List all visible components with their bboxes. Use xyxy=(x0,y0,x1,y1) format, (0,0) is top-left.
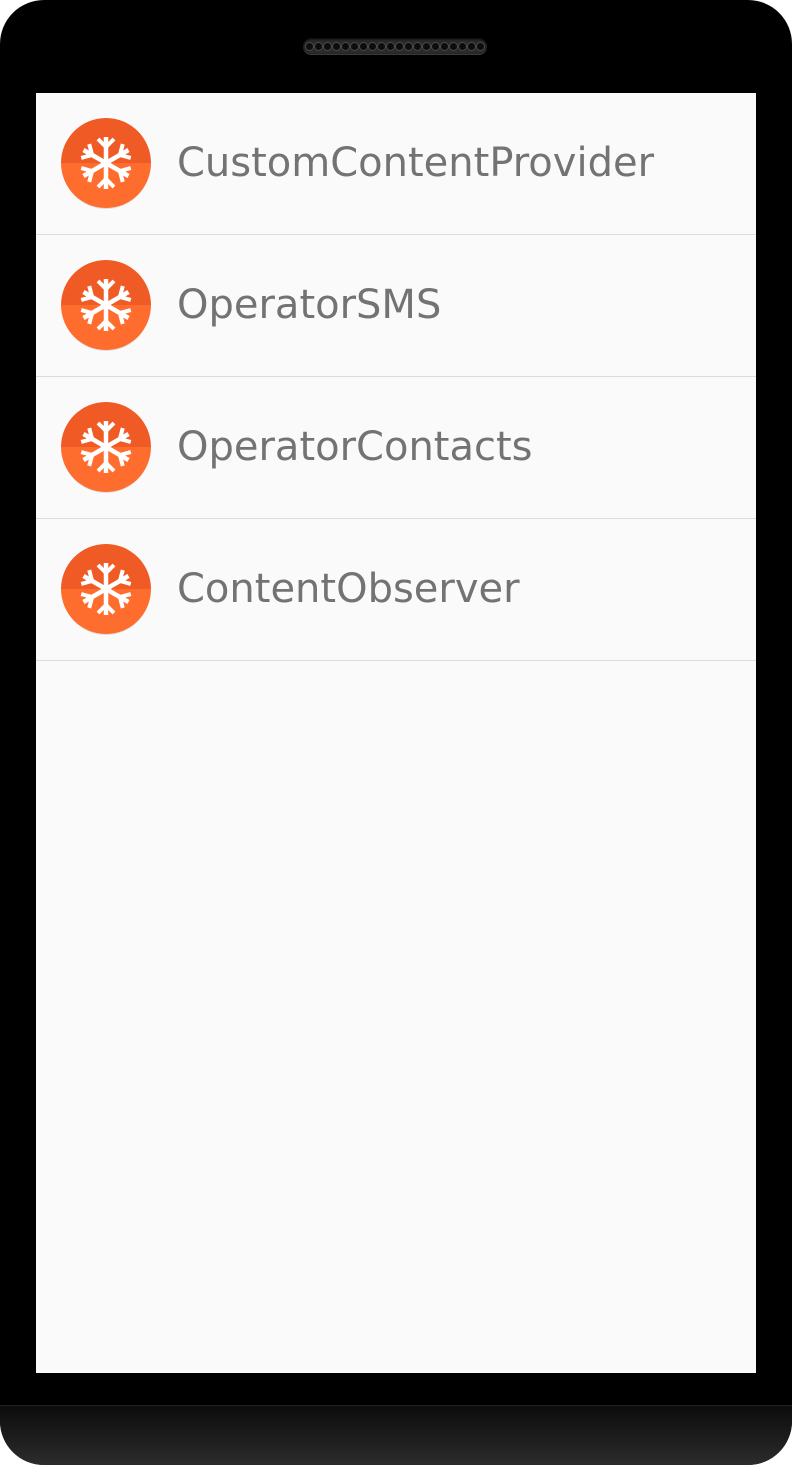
device-bottom-bezel xyxy=(0,1405,792,1465)
list-item-custom-content-provider[interactable]: CustomContentProvider xyxy=(36,93,756,235)
speaker-hole xyxy=(477,42,484,50)
snowflake-icon xyxy=(61,260,151,351)
list-item-label: ContentObserver xyxy=(177,566,520,612)
speaker-hole xyxy=(306,42,313,50)
speaker-hole xyxy=(414,42,421,50)
speaker-hole xyxy=(396,42,403,50)
app-screen: CustomContentProvider OperatorSMS Operat… xyxy=(36,93,756,1373)
speaker-hole xyxy=(378,42,385,50)
speaker-hole xyxy=(360,42,367,50)
speaker-hole xyxy=(423,42,430,50)
snowflake-icon xyxy=(61,118,151,209)
speaker-hole xyxy=(333,42,340,50)
speaker-hole xyxy=(342,42,349,50)
list-item-label: CustomContentProvider xyxy=(177,140,655,186)
speaker-hole xyxy=(468,42,475,50)
list-item-operator-contacts[interactable]: OperatorContacts xyxy=(36,377,756,519)
speaker-hole xyxy=(324,42,331,50)
list-item-operator-sms[interactable]: OperatorSMS xyxy=(36,235,756,377)
speaker-hole xyxy=(369,42,376,50)
earpiece-speaker xyxy=(303,38,487,54)
speaker-hole xyxy=(441,42,448,50)
list-item-label: OperatorSMS xyxy=(177,282,442,328)
speaker-hole xyxy=(387,42,394,50)
speaker-hole xyxy=(315,42,322,50)
speaker-hole xyxy=(459,42,466,50)
snowflake-icon xyxy=(61,402,151,493)
phone-frame: CustomContentProvider OperatorSMS Operat… xyxy=(0,0,792,1465)
list-item-content-observer[interactable]: ContentObserver xyxy=(36,519,756,661)
activity-list: CustomContentProvider OperatorSMS Operat… xyxy=(36,93,756,661)
speaker-hole xyxy=(405,42,412,50)
speaker-hole xyxy=(450,42,457,50)
speaker-hole xyxy=(432,42,439,50)
snowflake-icon xyxy=(61,544,151,635)
list-item-label: OperatorContacts xyxy=(177,424,533,470)
speaker-hole xyxy=(351,42,358,50)
